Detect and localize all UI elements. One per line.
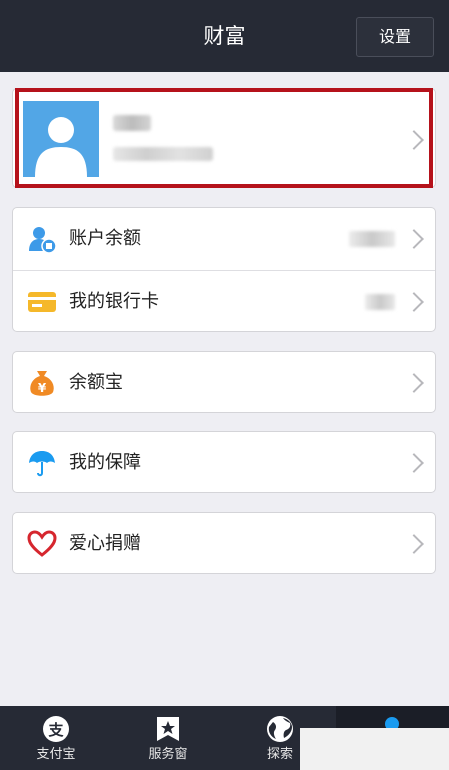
header-bar: 财富 设置 — [0, 0, 449, 72]
overlay-panel — [300, 728, 449, 770]
menu-item-insurance[interactable]: 我的保障 — [13, 432, 435, 494]
insurance-group: 我的保障 — [12, 431, 436, 493]
menu-item-label: 我的保障 — [69, 452, 141, 473]
menu-item-donation[interactable]: 爱心捐赠 — [13, 513, 435, 575]
tab-label: 支付宝 — [36, 747, 76, 762]
menu-item-account-balance[interactable]: 账户余额 — [13, 208, 435, 270]
tab-service-window[interactable]: 服务窗 — [112, 706, 224, 770]
chevron-right-icon — [404, 534, 424, 554]
profile-name-redacted — [113, 115, 151, 131]
umbrella-icon — [29, 451, 55, 477]
bank-card-icon — [28, 292, 56, 312]
menu-item-label: 我的银行卡 — [69, 291, 159, 312]
chevron-right-icon — [404, 130, 424, 150]
chevron-right-icon — [404, 373, 424, 393]
donation-group: 爱心捐赠 — [12, 512, 436, 574]
chevron-right-icon — [404, 292, 424, 312]
heart-icon — [27, 530, 57, 557]
balance-value-redacted — [349, 231, 395, 247]
profile-phone-redacted — [113, 147, 213, 161]
tab-alipay[interactable]: 支 支付宝 — [0, 706, 112, 770]
default-avatar-icon — [35, 117, 87, 177]
globe-icon — [267, 716, 293, 742]
card-value-redacted — [365, 294, 395, 310]
menu-item-label: 爱心捐赠 — [69, 533, 141, 554]
menu-item-bank-card[interactable]: 我的银行卡 — [13, 271, 435, 333]
account-balance-icon — [29, 227, 57, 254]
menu-item-label: 账户余额 — [69, 228, 141, 249]
star-icon — [157, 717, 179, 741]
settings-button[interactable]: 设置 — [356, 17, 434, 57]
chevron-right-icon — [404, 229, 424, 249]
yuebao-group: ¥ 余额宝 — [12, 351, 436, 413]
avatar — [23, 101, 99, 177]
tab-label: 服务窗 — [148, 747, 188, 762]
alipay-icon: 支 — [43, 716, 69, 742]
svg-text:¥: ¥ — [38, 381, 47, 395]
menu-item-label: 余额宝 — [69, 372, 123, 393]
chevron-right-icon — [404, 453, 424, 473]
svg-text:支: 支 — [47, 721, 64, 739]
menu-item-yuebao[interactable]: ¥ 余额宝 — [13, 352, 435, 414]
money-bag-icon: ¥ — [30, 371, 54, 396]
account-group: 账户余额 我的银行卡 — [12, 207, 436, 332]
profile-card[interactable] — [12, 88, 436, 188]
